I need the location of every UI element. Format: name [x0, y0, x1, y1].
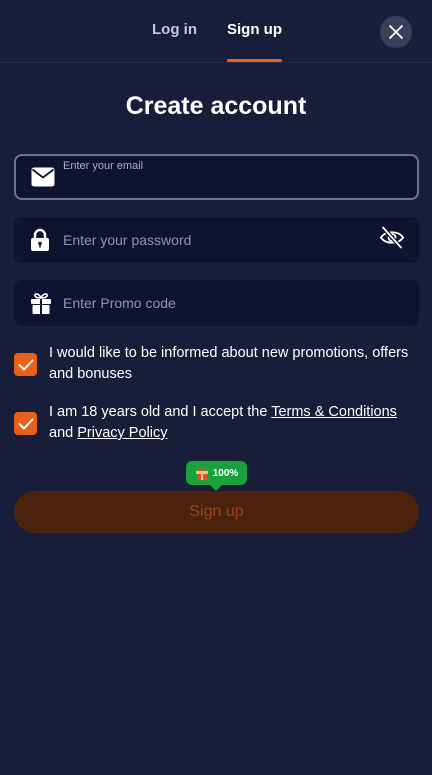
page-title: Create account: [125, 92, 307, 120]
close-button[interactable]: [380, 16, 412, 48]
check-icon: [18, 359, 33, 370]
terms-consent-row: I am 18 years old and I accept the Terms…: [14, 402, 424, 444]
terms-consent-text: I am 18 years old and I accept the Terms…: [49, 402, 424, 444]
promo-code-field[interactable]: Enter Promo code: [14, 280, 419, 326]
email-field[interactable]: Enter your email: [14, 154, 419, 200]
promotions-consent-row: I would like to be informed about new pr…: [14, 343, 424, 385]
tab-signup[interactable]: Sign up: [227, 21, 282, 61]
bonus-percent: 100%: [212, 467, 239, 479]
lock-icon: [30, 228, 50, 252]
tab-login[interactable]: Log in: [152, 21, 197, 61]
gift-box-icon: [195, 467, 208, 480]
email-placeholder: Enter your email: [63, 160, 144, 172]
password-placeholder: Enter your password: [63, 232, 192, 248]
privacy-policy-link[interactable]: Privacy Policy: [77, 425, 167, 441]
promotions-checkbox[interactable]: [14, 353, 37, 376]
terms-middle: and: [49, 425, 78, 441]
bonus-badge: 100%: [186, 461, 247, 491]
envelope-icon: [31, 167, 55, 187]
promo-code-placeholder: Enter Promo code: [63, 295, 176, 311]
active-tab-indicator: [227, 59, 282, 62]
auth-header: Log in Sign up: [0, 0, 432, 63]
terms-link[interactable]: Terms & Conditions: [271, 404, 397, 420]
terms-prefix: I am 18 years old and I accept the: [49, 404, 272, 420]
signup-submit-button[interactable]: Sign up: [14, 491, 419, 533]
password-field[interactable]: Enter your password: [14, 217, 419, 263]
close-icon: [389, 25, 403, 39]
terms-checkbox[interactable]: [14, 412, 37, 435]
check-icon: [18, 418, 33, 429]
eye-off-icon[interactable]: [379, 226, 405, 255]
gift-icon: [30, 291, 52, 315]
promotions-consent-text: I would like to be informed about new pr…: [49, 345, 409, 382]
